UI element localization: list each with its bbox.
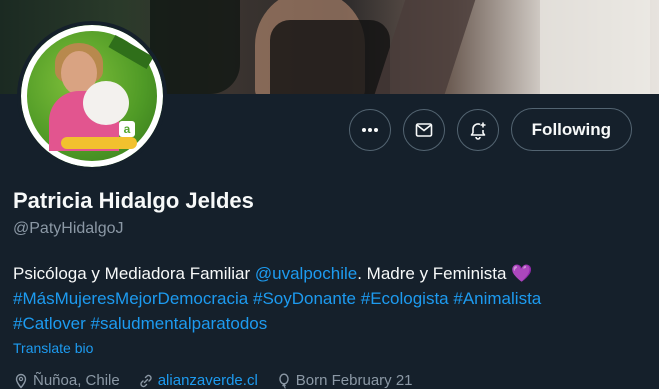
user-handle: @PatyHidalgoJ [13,220,124,237]
balloon-icon [279,372,289,389]
translate-bio-link[interactable]: Translate bio [13,340,93,356]
birthday-item: Born February 21 [276,372,413,389]
more-icon [361,127,378,132]
envelope-icon [415,122,432,137]
website-item[interactable]: alianzaverde.cl [138,372,258,389]
message-button[interactable] [402,108,445,151]
profile-avatar[interactable]: a [17,21,167,171]
display-name: Patricia Hidalgo Jeldes [13,188,254,213]
link-icon [140,374,152,387]
hashtag-link[interactable]: #Catlover [13,314,86,333]
profile-meta: Ñuñoa, Chile alianzaverde.cl Born Februa… [13,372,413,389]
location-item: Ñuñoa, Chile [13,372,120,389]
birthday-text: Born February 21 [295,372,413,389]
location-text: Ñuñoa, Chile [33,372,120,389]
bio-text: . Madre y Feminista [357,264,512,283]
website-link[interactable]: alianzaverde.cl [158,372,258,389]
hashtag-link[interactable]: #saludmentalparatodos [91,314,268,333]
following-button[interactable]: Following [510,108,632,151]
profile-bio: Psicóloga y Mediadora Familiar @uvalpoch… [13,261,649,336]
notifications-button[interactable] [456,108,499,151]
hashtag-link[interactable]: #Animalista [453,289,541,308]
location-pin-icon [15,373,27,389]
bell-plus-icon [470,122,486,140]
profile-actions: Following [348,108,632,151]
bio-mention-link[interactable]: @uvalpochile [255,264,357,283]
more-button[interactable] [348,108,391,151]
hashtag-link[interactable]: #Ecologista [361,289,449,308]
hashtag-link[interactable]: #SoyDonante [253,289,356,308]
hashtag-link[interactable]: #MásMujeresMejorDemocracia [13,289,248,308]
bio-text: Psicóloga y Mediadora Familiar [13,264,255,283]
purple-heart-emoji: 💜 [511,264,533,283]
